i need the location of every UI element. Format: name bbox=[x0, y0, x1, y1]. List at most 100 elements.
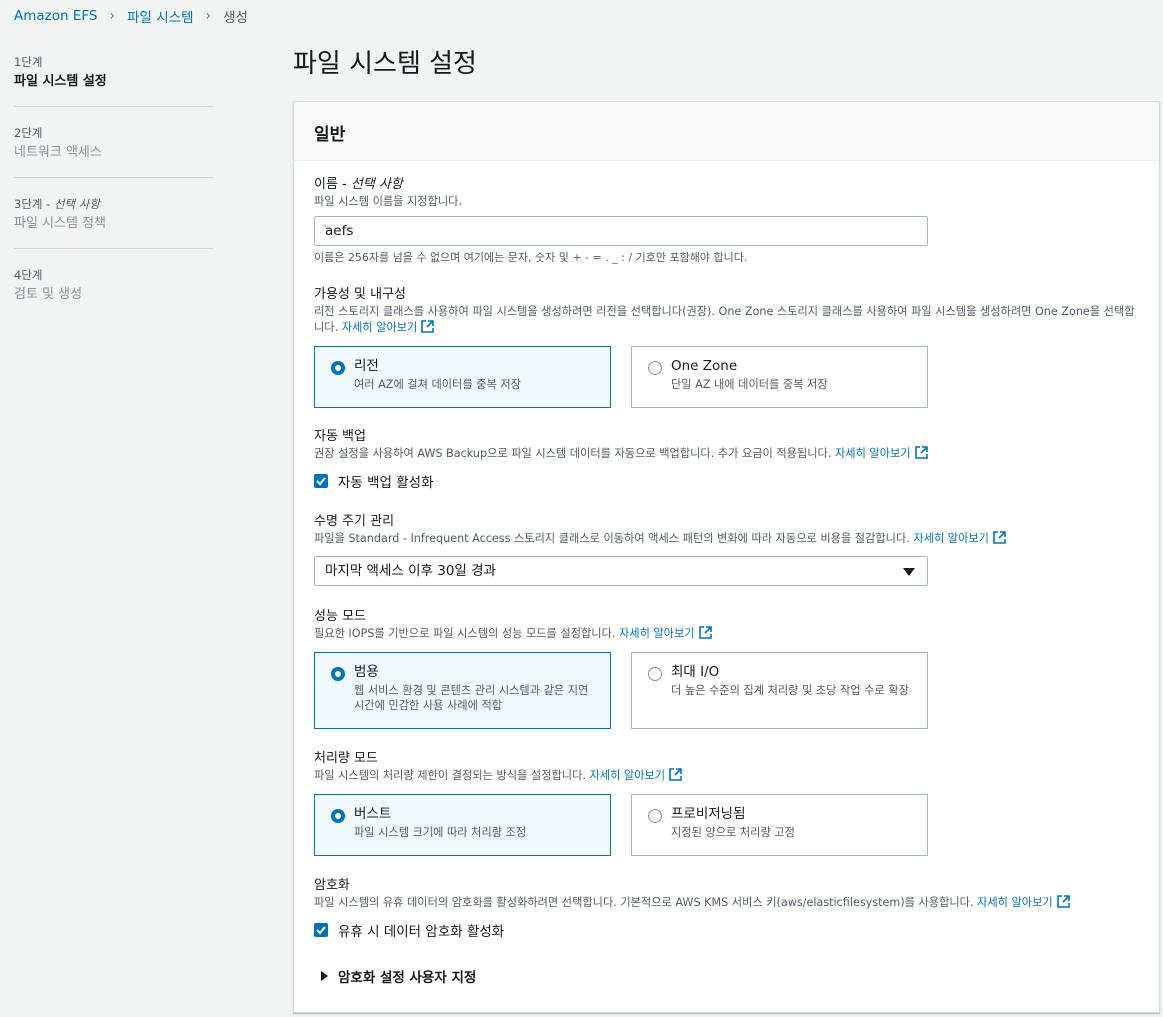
step-label: 네트워크 액세스 bbox=[14, 145, 102, 160]
name-description: 파일 시스템 이름을 지정합니다. bbox=[314, 195, 463, 208]
performance-option-max-io[interactable]: 최대 I/O 더 높은 수준의 집계 처리량 및 초당 작업 수로 확장 bbox=[631, 652, 928, 729]
option-title: 범용 bbox=[354, 664, 379, 680]
encryption-description: 파일 시스템의 유휴 데이터의 암호화를 활성화하려면 선택합니다. 기본적으로… bbox=[314, 895, 1144, 911]
lifecycle-field: 수명 주기 관리 파일을 Standard - Infrequent Acces… bbox=[314, 513, 1144, 586]
step-label: 파일 시스템 설정 bbox=[14, 74, 107, 89]
option-title: 최대 I/O bbox=[671, 664, 720, 680]
lifecycle-select[interactable]: 마지막 액세스 이후 30일 경과 bbox=[314, 556, 928, 586]
option-description: 파일 시스템 크기에 따라 처리량 조정 bbox=[354, 826, 527, 839]
backup-description-text: 권장 설정을 사용하여 AWS Backup으로 파일 시스템 데이터를 자동으… bbox=[314, 447, 832, 460]
performance-field: 성능 모드 필요한 IOPS를 기반으로 파일 시스템의 성능 모드를 설정합니… bbox=[314, 608, 1144, 729]
expander-label: 암호화 설정 사용자 지정 bbox=[338, 970, 477, 986]
throughput-option-bursting[interactable]: 버스트 파일 시스템 크기에 따라 처리량 조정 bbox=[314, 794, 611, 856]
checkbox-checked-icon[interactable] bbox=[314, 474, 328, 488]
performance-label: 성능 모드 bbox=[314, 609, 366, 624]
throughput-label: 처리량 모드 bbox=[314, 751, 378, 766]
throughput-tiles: 버스트 파일 시스템 크기에 따라 처리량 조정 프로비저닝됨 지정된 양으로 … bbox=[314, 794, 1144, 856]
lifecycle-select-value: 마지막 액세스 이후 30일 경과 bbox=[325, 563, 496, 579]
caret-right-icon bbox=[321, 971, 328, 981]
breadcrumb-amazon-efs[interactable]: Amazon EFS bbox=[14, 8, 97, 24]
lifecycle-label: 수명 주기 관리 bbox=[314, 514, 395, 529]
option-description: 여러 AZ에 걸쳐 데이터를 중복 저장 bbox=[354, 378, 521, 391]
option-description: 지정된 양으로 처리량 고정 bbox=[671, 826, 795, 839]
learn-more-link[interactable]: 자세히 알아보기 bbox=[619, 627, 695, 640]
wizard-step-1: 1단계 파일 시스템 설정 bbox=[14, 54, 213, 107]
wizard-step-2: 2단계 네트워크 액세스 bbox=[14, 125, 213, 178]
name-label: 이름 - 선택 사항 bbox=[314, 176, 928, 194]
breadcrumb-file-systems[interactable]: 파일 시스템 bbox=[127, 6, 193, 26]
radio-unselected-icon[interactable] bbox=[648, 667, 662, 681]
option-title: 리전 bbox=[354, 358, 379, 374]
encryption-settings-expander[interactable]: 암호화 설정 사용자 지정 bbox=[321, 966, 1144, 986]
option-description: 웹 서비스 환경 및 콘텐츠 관리 시스템과 같은 지연 시간에 민감한 사용 … bbox=[354, 684, 589, 712]
step-optional: 선택 사항 bbox=[53, 197, 100, 211]
learn-more-link[interactable]: 자세히 알아보기 bbox=[835, 447, 911, 460]
throughput-description: 파일 시스템의 처리량 제한이 결정되는 방식을 설정합니다. 자세히 알아보기 bbox=[314, 768, 1144, 784]
performance-option-general[interactable]: 범용 웹 서비스 환경 및 콘텐츠 관리 시스템과 같은 지연 시간에 민감한 … bbox=[314, 652, 611, 729]
lifecycle-description-text: 파일을 Standard - Infrequent Access 스토리지 클래… bbox=[314, 532, 910, 545]
step-number-text: 3단계 bbox=[14, 197, 43, 211]
step-number: 1단계 bbox=[14, 55, 43, 69]
encryption-checkbox-row[interactable]: 유휴 시 데이터 암호화 활성화 bbox=[314, 920, 1144, 940]
radio-unselected-icon[interactable] bbox=[648, 809, 662, 823]
step-number: 4단계 bbox=[14, 268, 43, 282]
option-title: One Zone bbox=[671, 358, 738, 374]
breadcrumb: Amazon EFS › 파일 시스템 › 생성 bbox=[14, 6, 248, 26]
step-number: 2단계 bbox=[14, 126, 43, 140]
throughput-option-provisioned[interactable]: 프로비저닝됨 지정된 양으로 처리량 고정 bbox=[631, 794, 928, 856]
step-number: 3단계 - 선택 사항 bbox=[14, 197, 100, 211]
throughput-description-text: 파일 시스템의 처리량 제한이 결정되는 방식을 설정합니다. bbox=[314, 769, 586, 782]
encryption-checkbox-label: 유휴 시 데이터 암호화 활성화 bbox=[338, 924, 505, 940]
performance-description: 필요한 IOPS를 기반으로 파일 시스템의 성능 모드를 설정합니다. 자세히… bbox=[314, 626, 1144, 642]
learn-more-link[interactable]: 자세히 알아보기 bbox=[913, 532, 989, 545]
caret-down-icon bbox=[903, 568, 915, 576]
availability-option-one-zone[interactable]: One Zone 단일 AZ 내에 데이터를 중복 저장 bbox=[631, 346, 928, 408]
external-link-icon bbox=[1056, 895, 1070, 908]
availability-option-regional[interactable]: 리전 여러 AZ에 걸쳐 데이터를 중복 저장 bbox=[314, 346, 611, 408]
external-link-icon bbox=[993, 531, 1006, 544]
radio-selected-icon[interactable] bbox=[331, 667, 345, 681]
external-link-icon bbox=[669, 768, 682, 781]
breadcrumb-current: 생성 bbox=[223, 10, 248, 26]
wizard-step-3: 3단계 - 선택 사항 파일 시스템 정책 bbox=[14, 196, 213, 249]
external-link-icon bbox=[914, 446, 928, 459]
backup-checkbox-row[interactable]: 자동 백업 활성화 bbox=[314, 471, 1144, 491]
name-label-text: 이름 - bbox=[314, 177, 351, 192]
availability-description-text: 리전 스토리지 클래스를 사용하여 파일 시스템을 생성하려면 리전을 선택합니… bbox=[314, 305, 1135, 334]
name-label-optional: 선택 사항 bbox=[350, 177, 403, 192]
availability-description: 리전 스토리지 클래스를 사용하여 파일 시스템을 생성하려면 리전을 선택합니… bbox=[314, 304, 1144, 336]
name-field: 이름 - 선택 사항 파일 시스템 이름을 지정합니다. aefs 이름은 25… bbox=[314, 176, 928, 266]
availability-label: 가용성 및 내구성 bbox=[314, 287, 406, 302]
availability-field: 가용성 및 내구성 리전 스토리지 클래스를 사용하여 파일 시스템을 생성하려… bbox=[314, 286, 1144, 408]
option-title: 버스트 bbox=[354, 806, 392, 822]
learn-more-link[interactable]: 자세히 알아보기 bbox=[977, 896, 1053, 909]
encryption-description-text: 파일 시스템의 유휴 데이터의 암호화를 활성화하려면 선택합니다. 기본적으로… bbox=[314, 896, 974, 909]
availability-tiles: 리전 여러 AZ에 걸쳐 데이터를 중복 저장 One Zone 단일 AZ 내… bbox=[314, 346, 1144, 408]
performance-description-text: 필요한 IOPS를 기반으로 파일 시스템의 성능 모드를 설정합니다. bbox=[314, 627, 616, 640]
option-title: 프로비저닝됨 bbox=[671, 806, 746, 822]
step-label: 검토 및 생성 bbox=[14, 287, 83, 302]
wizard-step-4: 4단계 검토 및 생성 bbox=[14, 267, 213, 319]
option-description: 더 높은 수준의 집계 처리량 및 초당 작업 수로 확장 bbox=[671, 684, 909, 697]
radio-selected-icon[interactable] bbox=[331, 361, 345, 375]
learn-more-link[interactable]: 자세히 알아보기 bbox=[342, 321, 418, 334]
name-input[interactable]: aefs bbox=[314, 216, 928, 246]
learn-more-link[interactable]: 자세히 알아보기 bbox=[589, 769, 665, 782]
throughput-field: 처리량 모드 파일 시스템의 처리량 제한이 결정되는 방식을 설정합니다. 자… bbox=[314, 750, 1144, 856]
general-panel: 일반 이름 - 선택 사항 파일 시스템 이름을 지정합니다. aefs 이름은… bbox=[293, 101, 1160, 1013]
lifecycle-description: 파일을 Standard - Infrequent Access 스토리지 클래… bbox=[314, 531, 1144, 547]
panel-title: 일반 bbox=[294, 102, 1159, 161]
option-description: 단일 AZ 내에 데이터를 중복 저장 bbox=[671, 378, 828, 391]
backup-checkbox-label: 자동 백업 활성화 bbox=[338, 475, 434, 491]
backup-label: 자동 백업 bbox=[314, 429, 366, 444]
chevron-right-icon: › bbox=[109, 8, 116, 24]
page-title: 파일 시스템 설정 bbox=[293, 49, 477, 79]
radio-selected-icon[interactable] bbox=[331, 809, 345, 823]
radio-unselected-icon[interactable] bbox=[648, 361, 662, 375]
encryption-label: 암호화 bbox=[314, 878, 350, 893]
encryption-field: 암호화 파일 시스템의 유휴 데이터의 암호화를 활성화하려면 선택합니다. 기… bbox=[314, 877, 1144, 986]
chevron-right-icon: › bbox=[205, 8, 212, 24]
step-label: 파일 시스템 정책 bbox=[14, 216, 106, 231]
wizard-steps: 1단계 파일 시스템 설정 2단계 네트워크 액세스 3단계 - 선택 사항 파… bbox=[14, 54, 213, 337]
checkbox-checked-icon[interactable] bbox=[314, 923, 328, 937]
